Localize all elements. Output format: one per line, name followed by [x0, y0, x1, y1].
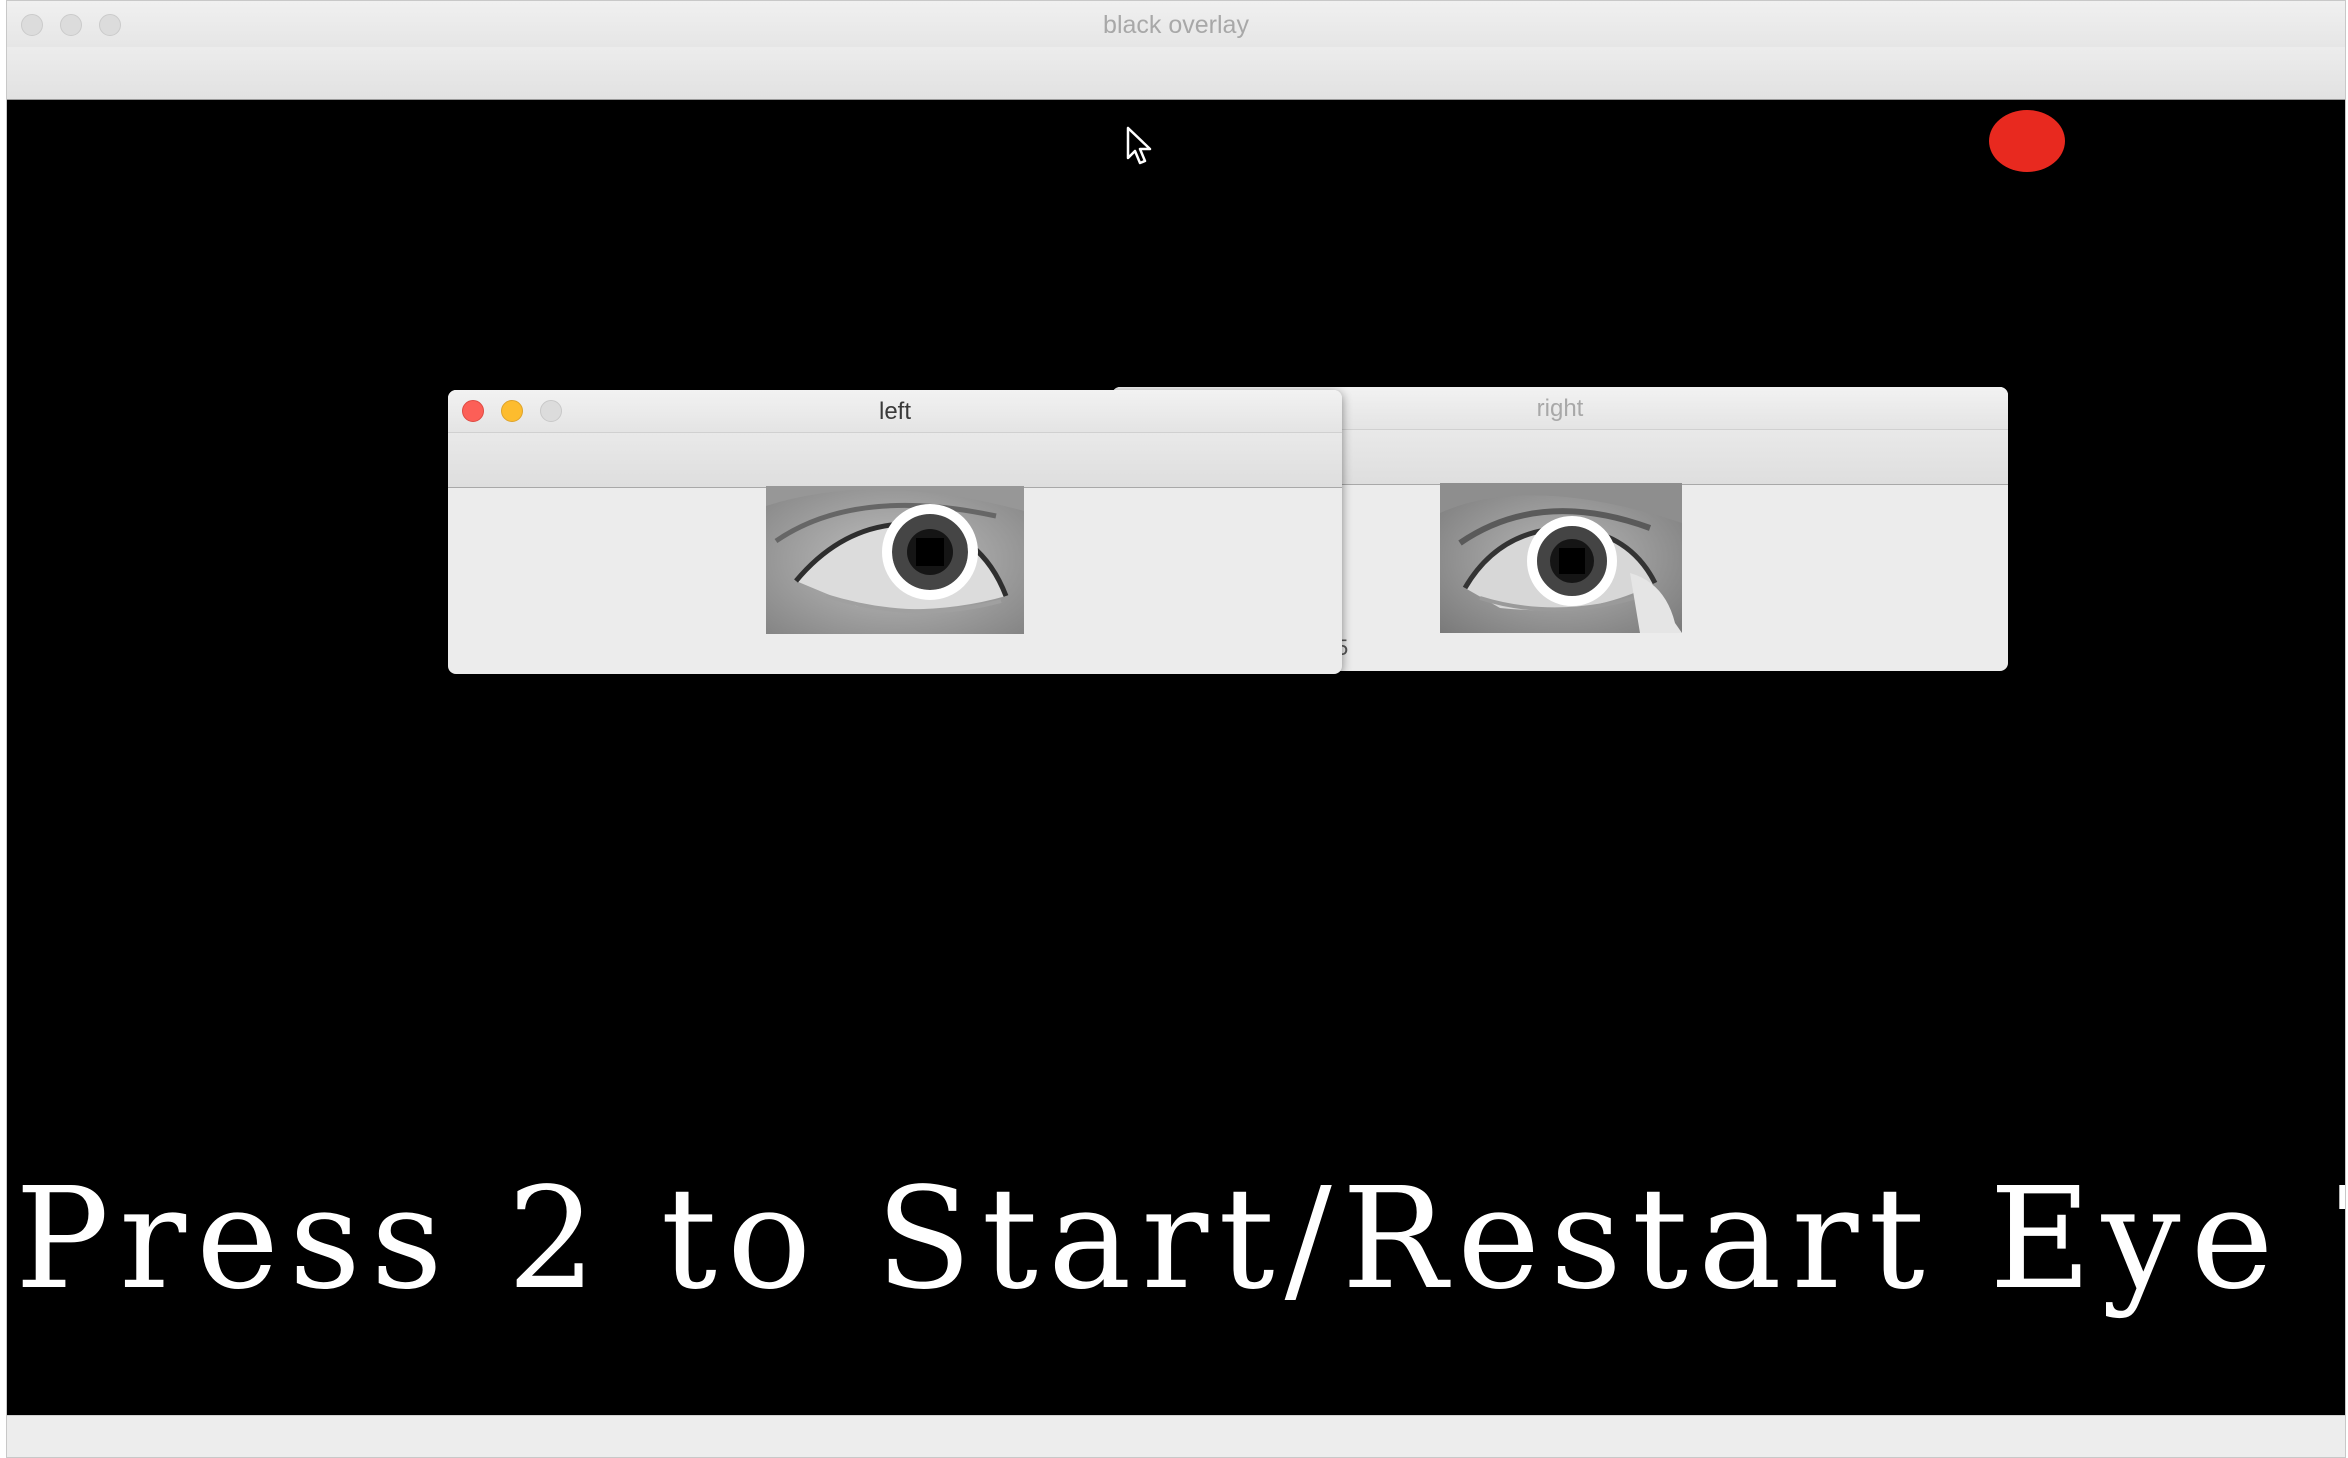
- gaze-marker: [1989, 110, 2065, 172]
- window-title: black overlay: [1103, 11, 1249, 39]
- window-bottom-bar: [7, 1415, 2345, 1457]
- instruction-text: Press 2 to Start/Restart Eye Track: [15, 1158, 2345, 1321]
- left-window-titlebar[interactable]: left: [448, 390, 1342, 432]
- black-overlay-window: black overlay Press 2 to Start/Restart E…: [6, 0, 2346, 1458]
- mouse-pointer-icon: [1126, 126, 1152, 165]
- overlay-canvas[interactable]: Press 2 to Start/Restart Eye Track: [7, 100, 2345, 1415]
- left-window-toolbar: [448, 432, 1342, 488]
- left-eye-image: [766, 486, 1024, 634]
- left-window-title: left: [878, 398, 911, 425]
- window-titlebar[interactable]: black overlay: [7, 1, 2345, 48]
- window-toolbar: [7, 47, 2345, 100]
- right-eye-image: [1440, 483, 1682, 633]
- left-eye-window: left: [448, 390, 1342, 674]
